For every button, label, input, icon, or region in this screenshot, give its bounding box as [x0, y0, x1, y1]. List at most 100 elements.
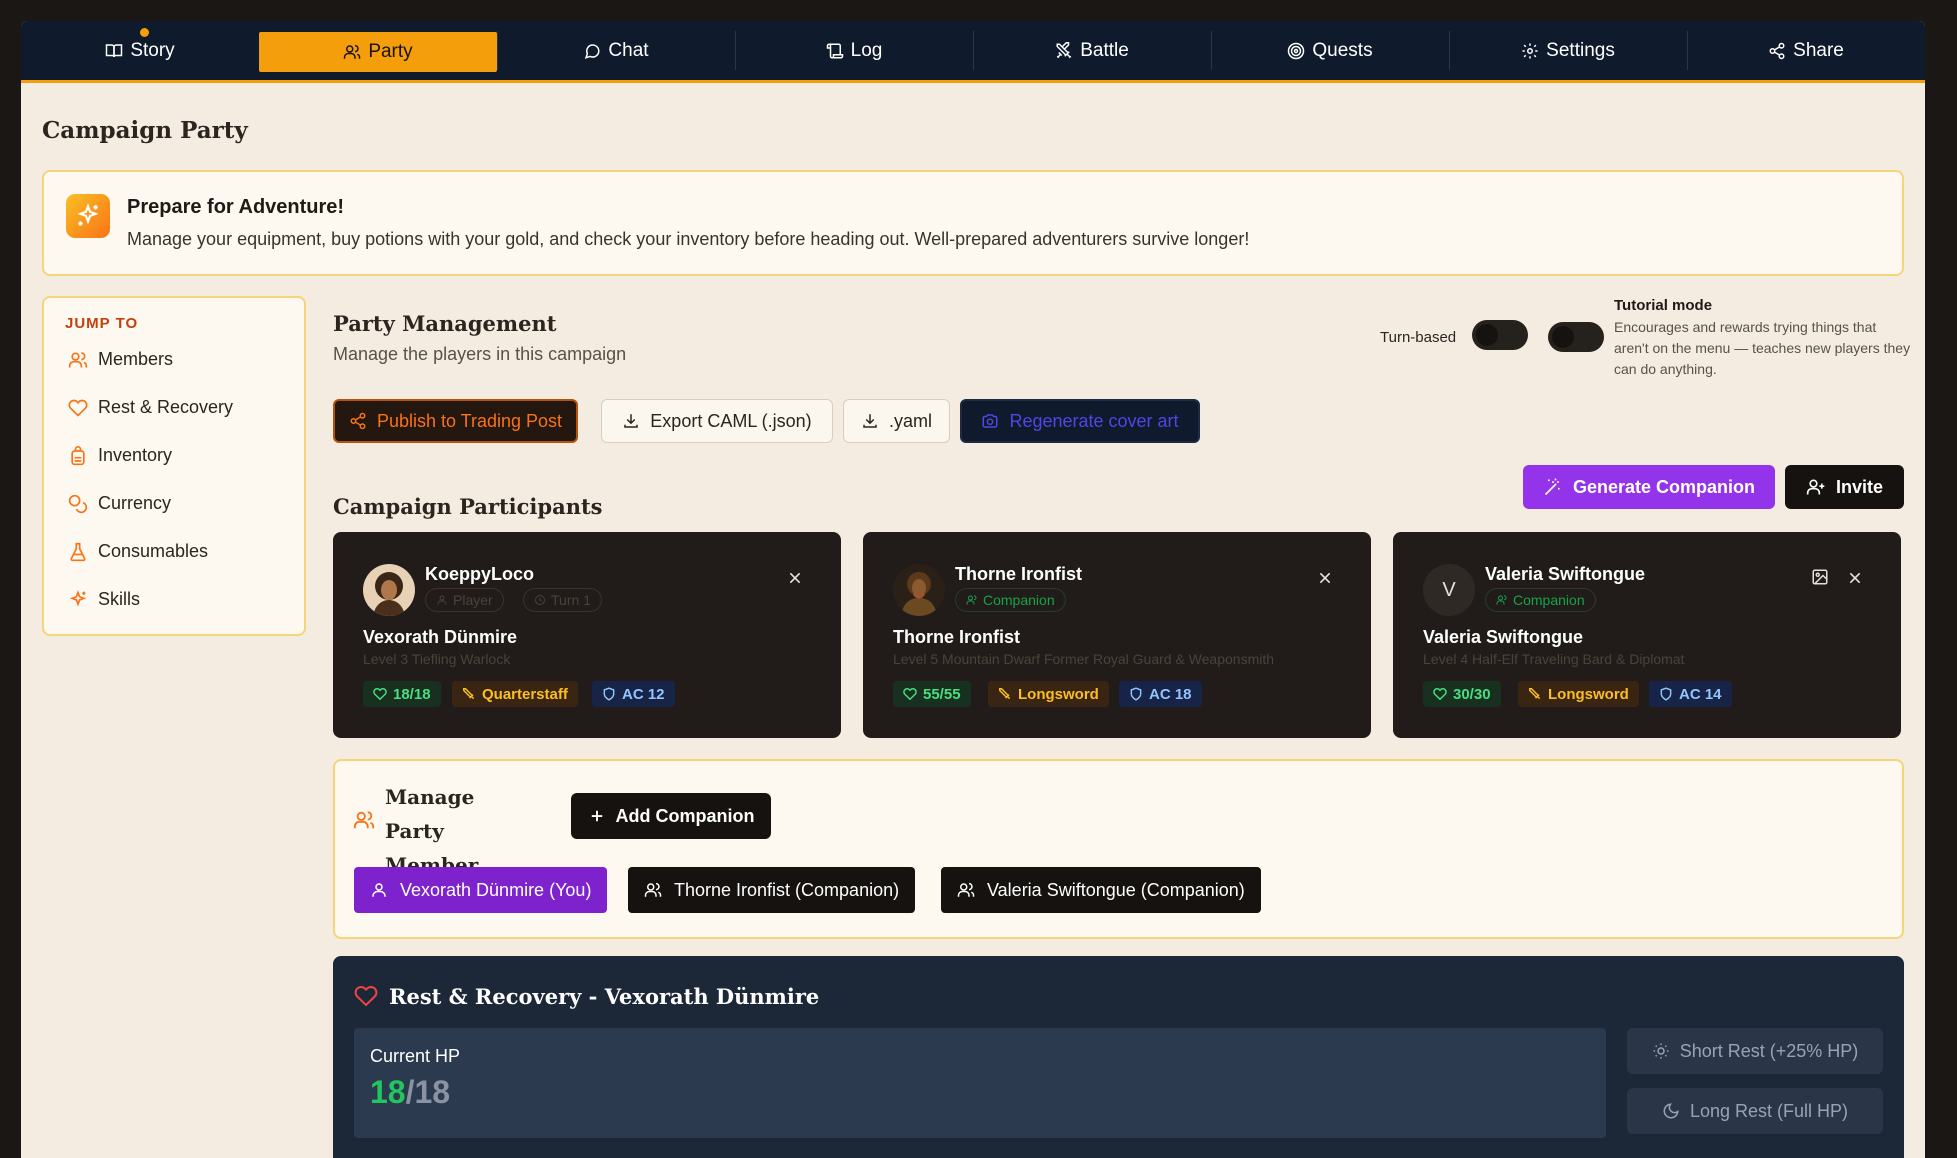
heart-icon [354, 984, 378, 1008]
regenerate-label: Regenerate cover art [1009, 410, 1179, 431]
add-companion-button[interactable]: Add Companion [571, 793, 771, 839]
jump-inventory[interactable]: Inventory [68, 445, 172, 466]
invite-button[interactable]: Invite [1785, 465, 1904, 509]
character-name: Thorne Ironfist [893, 627, 1020, 647]
close-icon[interactable] [787, 570, 803, 586]
companion-chip-label: Companion [983, 592, 1055, 608]
shield-icon [1129, 687, 1143, 701]
player-chip: Player [425, 588, 504, 612]
party-management-subtitle: Manage the players in this campaign [333, 344, 627, 364]
jump-skills[interactable]: Skills [68, 589, 140, 610]
generate-companion-button[interactable]: Generate Companion [1523, 465, 1775, 509]
hp-current: 18 [370, 1074, 406, 1110]
weapon-badge: Quarterstaff [452, 681, 578, 707]
turn-based-toggle[interactable] [1472, 320, 1528, 350]
member-select-label: Valeria Swiftongue (Companion) [987, 879, 1245, 900]
manage-party-member-panel: Manage Party Member Add Companion Vexora… [333, 759, 1904, 939]
add-companion-label: Add Companion [615, 805, 755, 826]
user-icon [370, 881, 388, 899]
jump-currency-label: Currency [98, 493, 172, 513]
sword-icon [998, 687, 1012, 701]
users-icon [966, 594, 978, 606]
tab-story[interactable]: Story [21, 21, 259, 80]
ac-value: AC 12 [622, 685, 665, 703]
rest-recovery-title: Rest & Recovery - Vexorath Dünmire [389, 984, 820, 1009]
generate-companion-label: Generate Companion [1572, 476, 1756, 497]
sword-icon [462, 687, 476, 701]
users-icon [644, 881, 662, 899]
jump-currency[interactable]: Currency [68, 493, 171, 514]
flask-icon [68, 542, 88, 562]
hp-badge: 30/30 [1423, 681, 1501, 707]
jump-members[interactable]: Members [68, 349, 173, 370]
app-frame: Story Party Chat Log Battle Quests Setti… [21, 21, 1925, 1158]
adventure-banner: Prepare for Adventure! Manage your equip… [42, 170, 1904, 276]
publish-trading-post-button[interactable]: Publish to Trading Post [333, 399, 578, 443]
camera-icon [981, 412, 999, 430]
banner-text: Manage your equipment, buy potions with … [127, 229, 1250, 249]
sparkles-icon [66, 194, 110, 238]
ac-badge: AC 14 [1649, 681, 1732, 707]
tab-chat-label: Chat [608, 39, 649, 61]
plus-icon [588, 807, 606, 825]
tab-party[interactable]: Party [259, 32, 497, 72]
tab-chat[interactable]: Chat [497, 21, 735, 80]
close-icon[interactable] [1317, 570, 1333, 586]
target-icon [1287, 42, 1305, 60]
tab-log[interactable]: Log [735, 21, 973, 80]
character-name: Vexorath Dünmire [363, 627, 518, 647]
hp-badge: 18/18 [363, 681, 441, 707]
tab-log-label: Log [850, 39, 883, 61]
invite-label: Invite [1835, 476, 1883, 497]
character-name: Valeria Swiftongue [1423, 627, 1584, 647]
tab-settings-label: Settings [1546, 39, 1615, 61]
current-hp-value: 18/18 [370, 1074, 450, 1111]
member-select-thorne[interactable]: Thorne Ironfist (Companion) [628, 867, 916, 913]
turn-chip: Turn 1 [523, 588, 602, 612]
backpack-icon [68, 445, 88, 466]
ac-value: AC 18 [1149, 685, 1192, 703]
image-icon[interactable] [1811, 568, 1829, 586]
heart-icon [903, 687, 917, 701]
tab-share[interactable]: Share [1687, 21, 1925, 80]
users-icon [1496, 594, 1508, 606]
card-username: KoeppyLoco [425, 564, 535, 584]
avatar [363, 564, 415, 616]
companion-chip-label: Companion [1513, 592, 1585, 608]
jump-rest-label: Rest & Recovery [98, 397, 234, 417]
regenerate-cover-art-button[interactable]: Regenerate cover art [960, 399, 1200, 443]
tab-party-label: Party [368, 41, 413, 62]
tab-quests[interactable]: Quests [1211, 21, 1449, 80]
scroll-icon [826, 42, 844, 60]
export-caml-json-button[interactable]: Export CAML (.json) [601, 399, 833, 443]
jump-to-panel: JUMP TO Members Rest & Recovery Inventor… [42, 296, 306, 636]
member-select-valeria[interactable]: Valeria Swiftongue (Companion) [941, 867, 1261, 913]
hp-badge: 55/55 [893, 681, 971, 707]
jump-members-label: Members [98, 349, 174, 369]
short-rest-button[interactable]: Short Rest (+25% HP) [1627, 1028, 1883, 1074]
jump-to-heading: JUMP TO [65, 315, 139, 332]
export-yaml-button[interactable]: .yaml [843, 399, 950, 443]
sparkles-icon [68, 589, 88, 610]
avatar [893, 564, 945, 616]
turn-based-label: Turn-based [1380, 329, 1457, 346]
sword-icon [1528, 687, 1542, 701]
tab-settings[interactable]: Settings [1449, 21, 1687, 80]
close-icon[interactable] [1847, 570, 1863, 586]
ac-badge: AC 12 [592, 681, 675, 707]
party-management-title: Party Management [333, 311, 557, 336]
tutorial-mode-toggle[interactable] [1548, 322, 1604, 352]
jump-consumables[interactable]: Consumables [68, 541, 208, 562]
tab-story-label: Story [130, 39, 175, 61]
ac-badge: AC 18 [1119, 681, 1202, 707]
participant-card: Thorne Ironfist Companion Thorne Ironfis… [863, 532, 1371, 738]
long-rest-button[interactable]: Long Rest (Full HP) [1627, 1088, 1883, 1134]
user-plus-icon [1806, 477, 1826, 497]
tab-battle[interactable]: Battle [973, 21, 1211, 80]
tab-battle-label: Battle [1080, 39, 1129, 61]
member-select-vexorath[interactable]: Vexorath Dünmire (You) [354, 867, 608, 913]
jump-rest-recovery[interactable]: Rest & Recovery [68, 397, 233, 418]
yaml-label: .yaml [888, 410, 932, 431]
share-icon [349, 412, 367, 430]
shield-icon [1659, 687, 1673, 701]
